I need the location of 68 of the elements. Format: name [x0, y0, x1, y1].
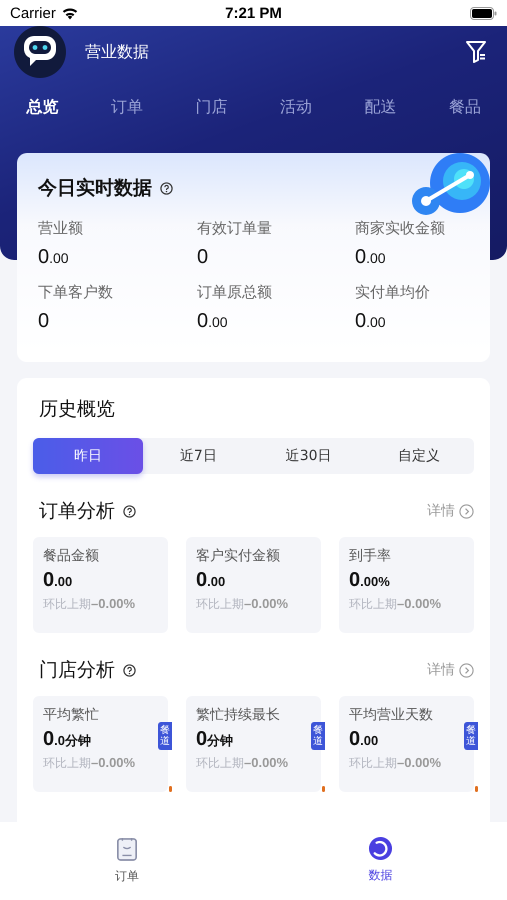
channel-tag: 餐道 — [464, 722, 478, 750]
robot-logo-icon — [14, 26, 66, 78]
nav-item[interactable]: 数据 — [254, 822, 507, 900]
metric-label: 平均营业天数 — [349, 706, 434, 724]
metric-value: 0.00% — [349, 569, 391, 592]
nav-item[interactable]: 订单 — [0, 822, 254, 900]
tab[interactable]: 门店 — [195, 97, 228, 118]
nav-label: 订单 — [114, 868, 139, 885]
tab[interactable]: 总览 — [26, 97, 58, 118]
tab[interactable]: 配送 — [364, 97, 396, 118]
metric-label: 客户实付金额 — [196, 547, 281, 565]
change-text: 环比上期–0.00% — [196, 596, 290, 613]
tab[interactable]: 活动 — [280, 97, 312, 118]
section-title: 门店分析 — [39, 658, 115, 683]
channel-tag: 餐道 — [311, 722, 325, 750]
change-text: 环比上期–0.00% — [349, 755, 442, 772]
metric-label: 营业额 — [38, 219, 84, 238]
metric-value: 0分钟 — [196, 728, 234, 751]
metric-value: 0.00 — [355, 310, 387, 333]
wifi-icon — [60, 6, 79, 20]
clipboard-icon — [116, 836, 138, 862]
channel-tag: 餐道 — [158, 722, 172, 750]
period-tab[interactable]: 近7日 — [143, 438, 254, 474]
metric-value: 0.00 — [38, 246, 70, 269]
help-icon[interactable] — [160, 182, 173, 194]
page-title: 营业数据 — [85, 42, 149, 62]
section-title: 历史概览 — [39, 398, 115, 420]
metric-label: 商家实收金额 — [355, 219, 446, 238]
metric-value: 0.00 — [196, 569, 226, 592]
metric-label: 实付单均价 — [355, 283, 431, 302]
change-text: 环比上期–0.00% — [43, 596, 136, 613]
metric-label: 到手率 — [349, 547, 392, 565]
metric-label: 繁忙持续最长 — [196, 706, 281, 724]
accent-mark — [322, 786, 325, 792]
period-tab[interactable]: 自定义 — [364, 438, 474, 474]
battery-icon — [470, 6, 497, 20]
metric-value: 0.00 — [43, 569, 74, 592]
metric-label: 平均繁忙 — [43, 706, 100, 724]
metric-label: 订单原总额 — [197, 283, 273, 302]
accent-mark — [169, 786, 172, 792]
chevron-right-icon — [459, 504, 474, 518]
chevron-right-icon — [459, 662, 474, 678]
filter-icon[interactable] — [465, 40, 487, 64]
accent-mark — [475, 786, 478, 792]
data-icon — [368, 836, 393, 861]
tab[interactable]: 餐品 — [448, 97, 481, 118]
metric-label: 有效订单量 — [197, 219, 273, 238]
period-tab[interactable]: 昨日 — [33, 438, 144, 474]
help-icon[interactable] — [123, 504, 136, 518]
section-title: 订单分析 — [39, 499, 115, 524]
metric-label: 餐品金额 — [43, 547, 100, 565]
card-title: 今日实时数据 — [38, 176, 152, 201]
metric-value: 0.00 — [197, 310, 229, 333]
metric-value: 0 — [38, 310, 50, 333]
metric-value: 0.0分钟 — [43, 728, 92, 751]
metric-value: 0 — [197, 246, 210, 269]
metric-value: 0.00 — [355, 246, 387, 269]
tab[interactable]: 订单 — [110, 97, 143, 118]
change-text: 环比上期–0.00% — [43, 755, 136, 772]
change-text: 环比上期–0.00% — [349, 596, 442, 613]
status-time: 7:21 PM — [224, 4, 283, 22]
metric-label: 下单客户数 — [38, 283, 114, 302]
change-text: 环比上期–0.00% — [196, 755, 290, 772]
metric-value: 0.00 — [349, 728, 380, 751]
period-tab[interactable]: 近30日 — [254, 438, 364, 474]
carrier-name: Carrier — [10, 4, 56, 22]
help-icon[interactable] — [123, 664, 136, 676]
nav-label: 数据 — [368, 867, 392, 884]
